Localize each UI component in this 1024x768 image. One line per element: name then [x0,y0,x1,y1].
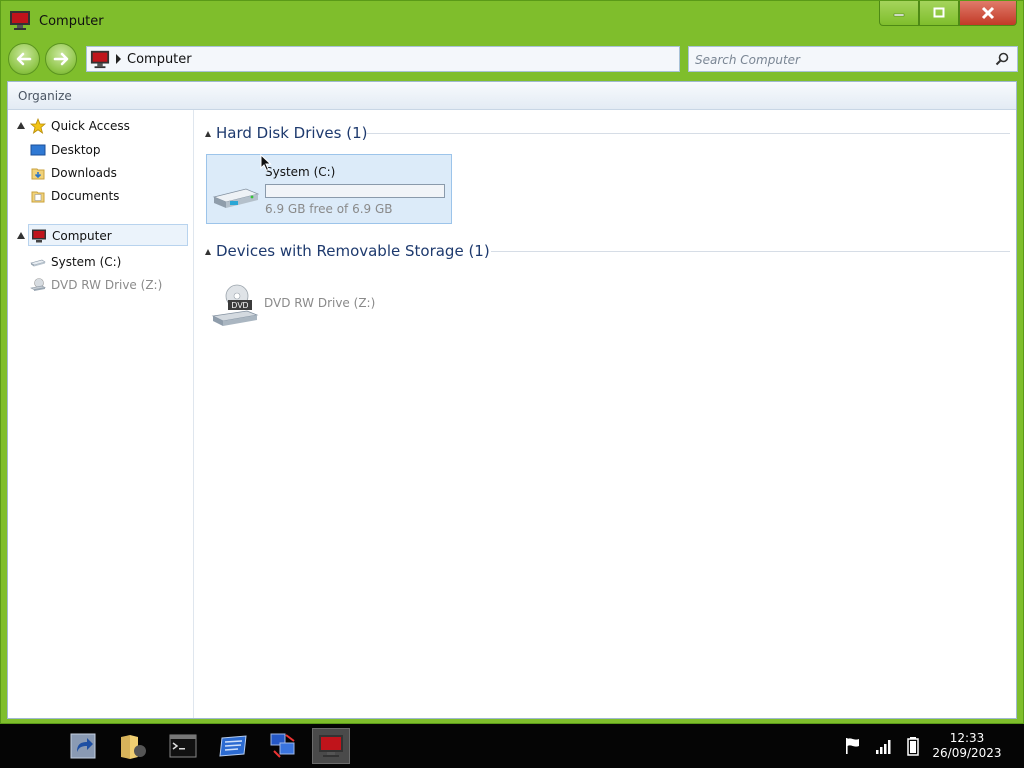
group-divider [367,133,1010,134]
taskbar-file-manager[interactable] [114,728,152,764]
battery-icon[interactable] [903,736,923,756]
sidebar-item-computer[interactable]: Computer [28,224,188,246]
maximize-button[interactable] [919,1,959,26]
breadcrumb-arrow-icon[interactable] [116,54,121,64]
terminal-icon [169,734,197,758]
collapse-arrow-icon[interactable] [17,232,25,239]
clock-date: 26/09/2023 [932,746,1002,760]
documents-folder-icon [31,191,45,203]
close-button[interactable] [959,1,1017,26]
back-arrow-icon [16,52,32,66]
control-panel-icon [219,735,247,757]
star-icon [30,118,46,134]
dvd-drive-icon [30,278,46,291]
drive-name: DVD RW Drive (Z:) [264,296,376,310]
mouse-pointer-icon [260,154,272,172]
window-title: Computer [39,14,104,29]
computer-icon [10,11,30,30]
taskbar: 12:33 26/09/2023 [0,724,1024,768]
collapse-arrow-icon[interactable] [205,249,211,255]
group-title: Devices with Removable Storage (1) [216,242,490,260]
sidebar-item-system-c[interactable]: System (C:) [8,251,194,273]
search-icon[interactable] [995,52,1009,66]
client-area: Organize Quick Access Desktop Downloads … [7,81,1017,719]
maximize-icon [933,7,945,18]
command-bar: Organize [8,82,1016,110]
taskbar-shortcut[interactable] [64,728,102,764]
hard-disk-icon [30,259,46,267]
desktop-icon [30,144,46,156]
hard-disk-icon [212,188,260,208]
breadcrumb-computer[interactable]: Computer [127,52,192,67]
collapse-arrow-icon[interactable] [205,131,211,137]
computer-icon [319,735,343,757]
collapse-arrow-computer[interactable] [8,225,28,247]
system-clock[interactable]: 12:33 26/09/2023 [932,731,1002,761]
navigation-bar: Computer Search Computer [1,41,1023,77]
drive-name: System (C:) [265,165,336,179]
sidebar-item-label: Quick Access [51,119,130,133]
clock-time: 12:33 [949,731,985,745]
forward-button[interactable] [45,43,77,75]
sidebar-item-label: DVD RW Drive (Z:) [51,278,163,292]
sidebar-item-label: Computer [52,229,112,243]
dvd-badge: DVD [232,301,249,310]
minimize-icon [893,13,905,17]
sidebar-item-documents[interactable]: Documents [8,185,194,207]
network-icon [270,733,295,758]
dvd-drive-icon: DVD [211,284,259,326]
group-title: Hard Disk Drives (1) [216,124,368,142]
sidebar-item-label: Documents [51,189,120,203]
drive-free-space: 6.9 GB free of 6.9 GB [265,202,393,216]
explorer-window: Computer Computer Search Computer Organi… [0,0,1024,724]
sidebar-item-dvd-z[interactable]: DVD RW Drive (Z:) [8,274,194,296]
taskbar-computer[interactable] [312,728,350,764]
flag-icon[interactable] [843,736,863,756]
sidebar-item-downloads[interactable]: Downloads [8,162,194,184]
taskbar-control-panel[interactable] [214,728,252,764]
sidebar-item-label: System (C:) [51,255,122,269]
forward-arrow-icon [53,52,69,66]
sidebar-item-quick-access[interactable]: Quick Access [8,115,194,137]
sidebar-item-desktop[interactable]: Desktop [8,139,194,161]
computer-icon [32,229,46,243]
drive-usage-bar [265,184,445,198]
sidebar-item-label: Downloads [51,166,117,180]
navigation-pane: Quick Access Desktop Downloads Documents… [8,110,194,718]
shortcut-icon [70,733,96,759]
signal-icon[interactable] [874,736,894,756]
downloads-folder-icon [31,168,45,180]
group-header-hard-disks[interactable]: Hard Disk Drives (1) [195,122,1010,144]
drive-tile-dvd-z[interactable]: DVD DVD RW Drive (Z:) [206,272,452,342]
group-header-removable[interactable]: Devices with Removable Storage (1) [195,240,1010,262]
file-manager-icon [121,735,146,759]
organize-button[interactable]: Organize [18,89,72,103]
search-placeholder: Search Computer [695,53,800,67]
drive-tile-system-c[interactable]: System (C:) 6.9 GB free of 6.9 GB [206,154,452,224]
back-button[interactable] [8,43,40,75]
group-divider [491,251,1010,252]
sidebar-item-label: Desktop [51,143,101,157]
file-view: Hard Disk Drives (1) System (C:) 6.9 GB … [195,110,1016,718]
search-input[interactable]: Search Computer [688,46,1018,72]
close-icon [981,6,995,20]
minimize-button[interactable] [879,1,919,26]
address-bar[interactable]: Computer [86,46,680,72]
taskbar-network[interactable] [264,728,302,764]
taskbar-terminal[interactable] [164,728,202,764]
computer-icon [90,50,110,69]
collapse-arrow-icon[interactable] [17,122,25,129]
title-bar[interactable]: Computer [1,1,1023,39]
